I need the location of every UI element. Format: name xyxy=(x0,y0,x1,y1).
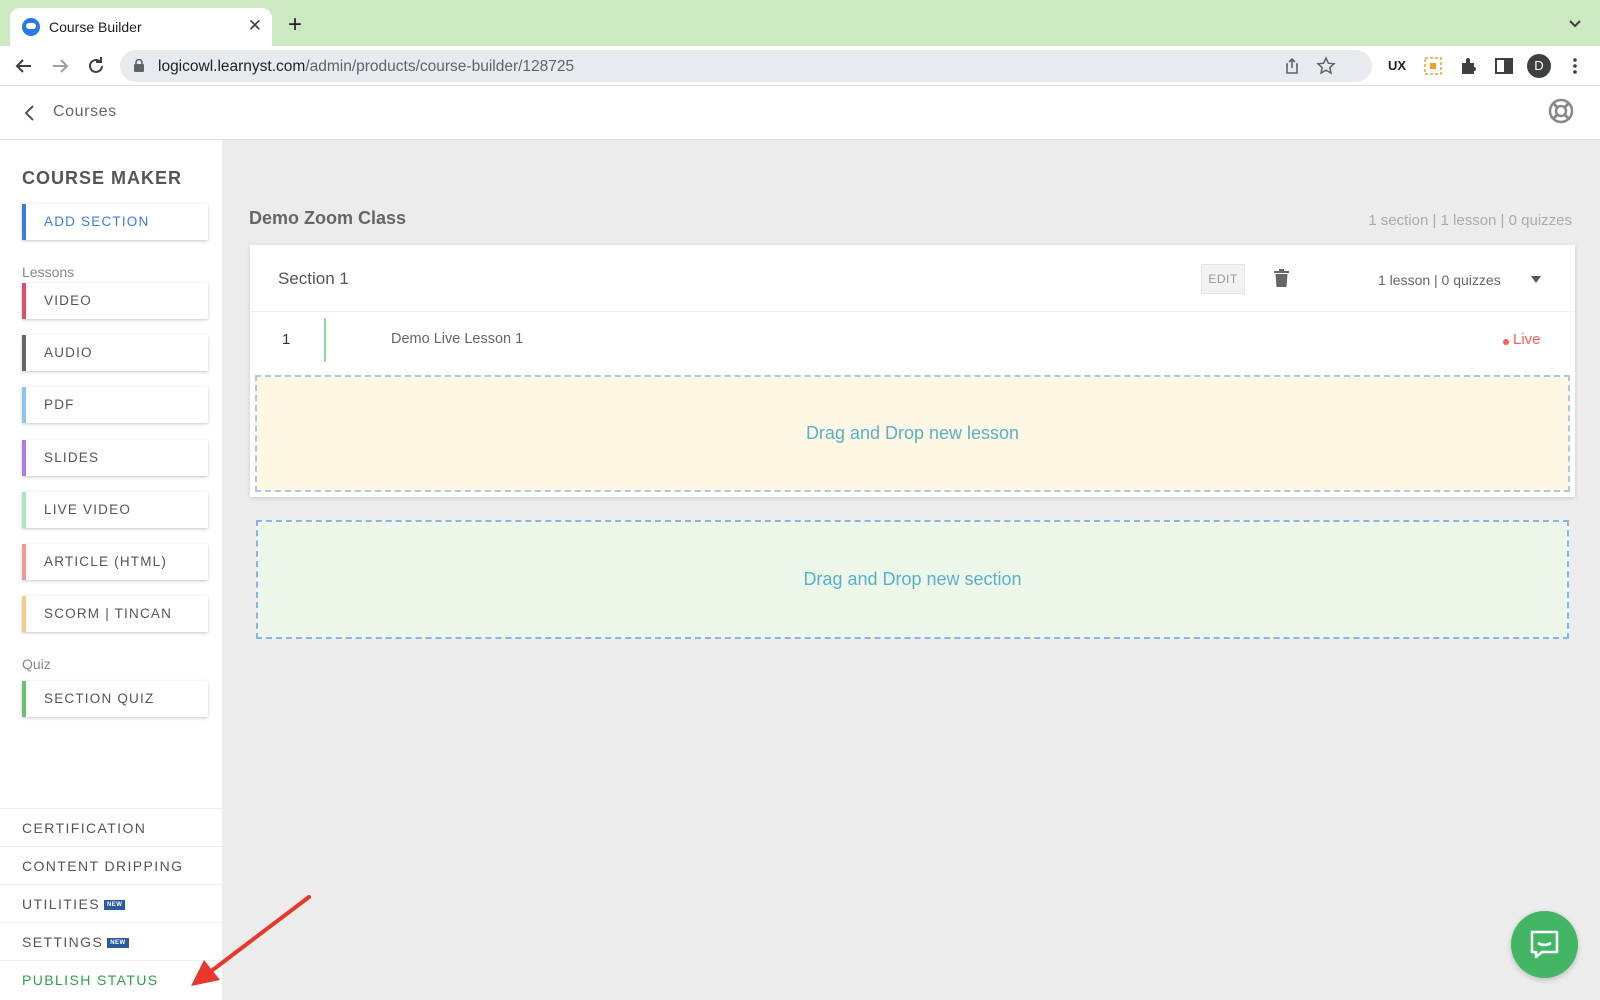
course-title: Demo Zoom Class xyxy=(249,208,407,228)
address-bar[interactable]: logicowl.learnyst.com/admin/products/cou… xyxy=(120,50,1372,82)
url-text[interactable]: logicowl.learnyst.com/admin/products/cou… xyxy=(158,58,574,76)
extensions-puzzle-icon[interactable] xyxy=(1458,55,1480,77)
sidebar-item-certification[interactable]: CERTIFICATION xyxy=(0,808,222,846)
screenshot-extension-icon[interactable] xyxy=(1422,55,1444,77)
lesson-type-pdf[interactable]: PDF xyxy=(22,387,208,423)
drop-zone-lesson[interactable]: Drag and Drop new lesson xyxy=(255,375,1570,492)
bookmark-star-icon[interactable] xyxy=(1316,56,1336,76)
sidebar-item-label: UTILITIES xyxy=(22,896,100,912)
course-maker-sidebar: COURSE MAKER ADD SECTION Lessons VIDEO A… xyxy=(0,140,222,1000)
browser-tab[interactable]: Course Builder ✕ xyxy=(10,8,272,46)
chat-launcher-button[interactable] xyxy=(1511,911,1578,978)
sidebar-item-label: CERTIFICATION xyxy=(22,820,147,836)
app-header: Courses xyxy=(0,86,1600,140)
breadcrumb-courses[interactable]: Courses xyxy=(53,103,117,121)
lesson-type-live-video[interactable]: LIVE VIDEO xyxy=(22,492,208,528)
lesson-status: Live xyxy=(1513,331,1541,348)
tab-title: Course Builder xyxy=(49,19,142,35)
lesson-type-audio[interactable]: AUDIO xyxy=(22,335,208,371)
forward-arrow-icon[interactable] xyxy=(48,54,72,78)
section-stats: 1 lesson | 0 quizzes xyxy=(1378,272,1501,288)
lessons-group-label: Lessons xyxy=(22,264,75,280)
ux-extension-label: UX xyxy=(1388,58,1407,73)
side-panel-icon[interactable] xyxy=(1493,55,1515,77)
ux-extension-icon[interactable]: UX xyxy=(1388,55,1410,77)
tab-search-chevron-icon[interactable] xyxy=(1568,16,1582,30)
close-tab-icon[interactable]: ✕ xyxy=(248,16,262,36)
back-arrow-icon[interactable] xyxy=(12,54,36,78)
section-quiz-button[interactable]: SECTION QUIZ xyxy=(22,681,208,717)
edit-section-button[interactable]: EDIT xyxy=(1201,264,1245,294)
profile-avatar[interactable]: D xyxy=(1527,54,1551,78)
delete-trash-icon[interactable] xyxy=(1274,269,1289,287)
lesson-type-scorm-tincan[interactable]: SCORM | TINCAN xyxy=(22,596,208,632)
course-stats: 1 section | 1 lesson | 0 quizzes xyxy=(1368,212,1572,229)
drop-zone-section[interactable]: Drag and Drop new section xyxy=(256,520,1569,639)
section-card: Section 1 EDIT 1 lesson | 0 quizzes 1 De… xyxy=(250,245,1575,497)
url-path: /admin/products/course-builder/128725 xyxy=(305,58,575,75)
collapse-caret-icon[interactable] xyxy=(1531,276,1541,283)
lesson-row[interactable]: 1 Demo Live Lesson 1 Live xyxy=(250,312,1575,368)
sidebar-title: COURSE MAKER xyxy=(22,168,183,188)
reload-icon[interactable] xyxy=(84,54,108,78)
share-icon[interactable] xyxy=(1282,56,1302,76)
lesson-type-slides[interactable]: SLIDES xyxy=(22,440,208,476)
sidebar-item-label: SETTINGS xyxy=(22,934,104,950)
lesson-type-bar xyxy=(324,318,326,362)
url-host: logicowl.learnyst.com xyxy=(158,58,306,75)
chat-bubble-icon xyxy=(1530,930,1559,959)
new-badge: NEW xyxy=(103,900,126,911)
new-tab-button[interactable]: + xyxy=(288,13,302,37)
sidebar-item-label: PUBLISH STATUS xyxy=(22,972,159,988)
live-status-dot-icon xyxy=(1503,339,1509,345)
quiz-group-label: Quiz xyxy=(22,656,51,672)
lesson-type-video[interactable]: VIDEO xyxy=(22,283,208,319)
lesson-title[interactable]: Demo Live Lesson 1 xyxy=(391,331,523,347)
help-lifebuoy-icon[interactable] xyxy=(1548,98,1574,124)
lock-icon xyxy=(134,59,144,72)
new-badge: NEW xyxy=(107,938,129,949)
add-section-button[interactable]: ADD SECTION xyxy=(22,204,208,240)
annotation-arrow-icon xyxy=(191,895,311,986)
section-title: Section 1 xyxy=(278,269,349,288)
browser-toolbar: logicowl.learnyst.com/admin/products/cou… xyxy=(0,46,1600,86)
back-chevron-icon[interactable] xyxy=(22,104,38,122)
browser-tab-bar: Course Builder ✕ + xyxy=(0,0,1600,46)
learnyst-favicon-icon xyxy=(22,18,40,36)
lesson-type-article-html[interactable]: ARTICLE (HTML) xyxy=(22,544,208,580)
lesson-number: 1 xyxy=(282,331,291,348)
browser-menu-icon[interactable] xyxy=(1564,55,1586,77)
sidebar-item-label: CONTENT DRIPPING xyxy=(22,858,184,874)
sidebar-item-content-dripping[interactable]: CONTENT DRIPPING xyxy=(0,846,222,884)
